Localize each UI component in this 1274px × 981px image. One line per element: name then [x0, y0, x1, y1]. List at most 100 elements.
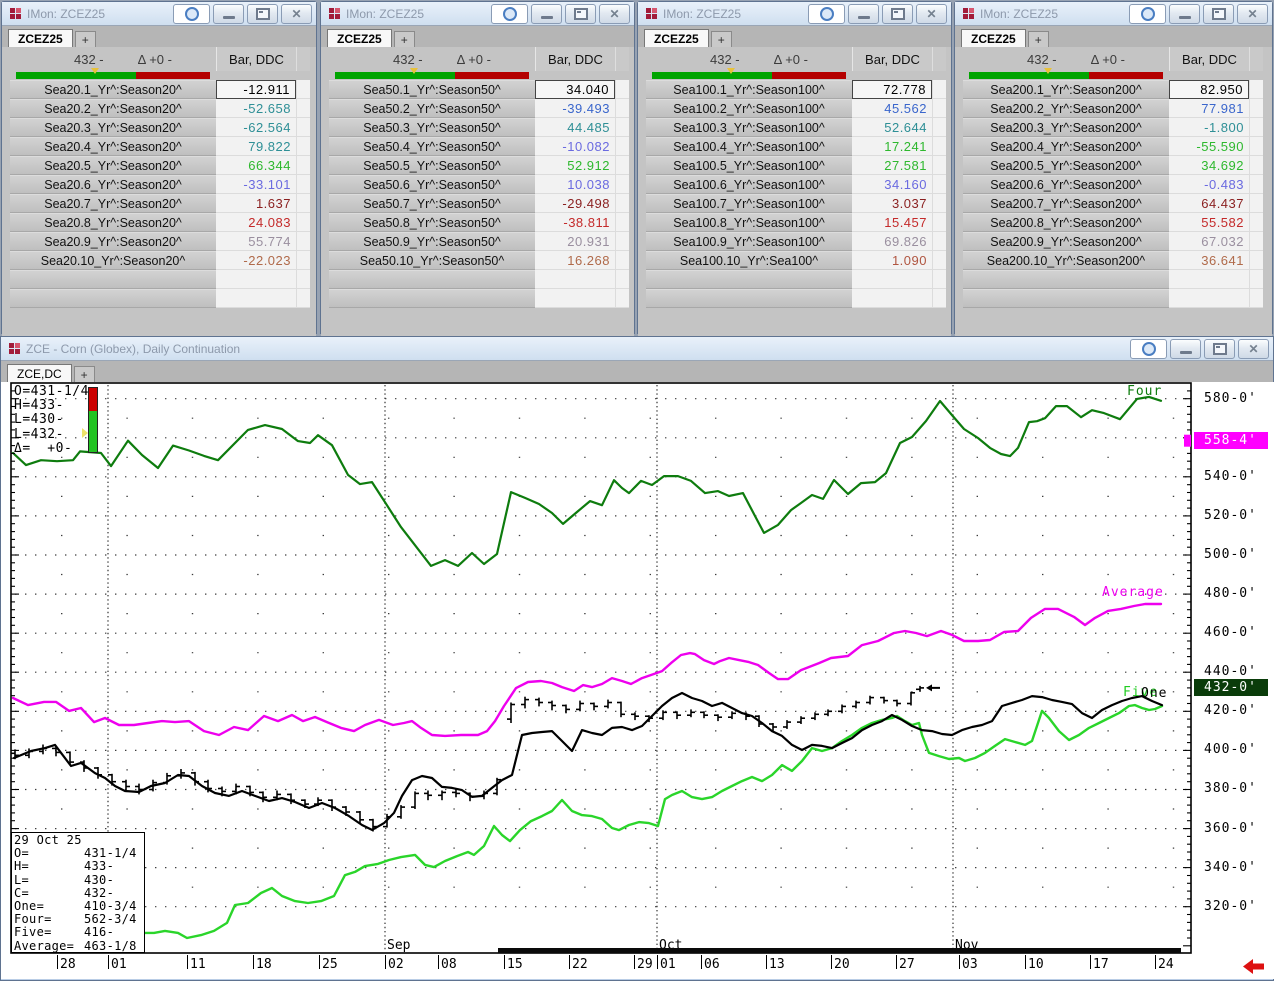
- add-tab-button[interactable]: +: [711, 31, 732, 47]
- series-label-cell[interactable]: Sea200.10_Yr^:Season200^: [963, 251, 1169, 270]
- monitor-tab[interactable]: ZCEZ25: [327, 29, 392, 47]
- chart-window-titlebar[interactable]: ZCE - Corn (Globex), Daily Continuation …: [1, 337, 1273, 360]
- series-label-cell[interactable]: Sea50.2_Yr^:Season50^: [329, 99, 535, 118]
- maximize-button[interactable]: [1203, 4, 1234, 24]
- value-cell[interactable]: 72.778: [852, 80, 932, 99]
- value-cell[interactable]: 44.485: [535, 118, 615, 137]
- value-cell[interactable]: 55.582: [1169, 213, 1249, 232]
- table-row[interactable]: Sea50.10_Yr^:Season50^16.268: [329, 251, 634, 270]
- table-row[interactable]: Sea200.7_Yr^:Season200^64.437: [963, 194, 1272, 213]
- series-label-cell[interactable]: Sea20.2_Yr^:Season20^: [10, 99, 216, 118]
- series-label-cell[interactable]: Sea20.3_Yr^:Season20^: [10, 118, 216, 137]
- value-cell[interactable]: 17.241: [852, 137, 932, 156]
- table-row[interactable]: Sea200.5_Yr^:Season200^34.692: [963, 156, 1272, 175]
- table-row[interactable]: Sea100.3_Yr^:Season100^52.644: [646, 118, 951, 137]
- table-row[interactable]: Sea100.7_Yr^:Season100^3.037: [646, 194, 951, 213]
- table-row[interactable]: Sea20.5_Yr^:Season20^66.344: [10, 156, 316, 175]
- series-label-cell[interactable]: Sea50.5_Yr^:Season50^: [329, 156, 535, 175]
- monitor-titlebar[interactable]: IMon: ZCEZ25✕: [2, 2, 316, 25]
- add-tab-button[interactable]: +: [74, 366, 95, 382]
- table-row[interactable]: Sea100.5_Yr^:Season100^27.581: [646, 156, 951, 175]
- table-row[interactable]: Sea100.10_Yr^:Sea100^1.090: [646, 251, 951, 270]
- table-row[interactable]: Sea20.6_Yr^:Season20^-33.101: [10, 175, 316, 194]
- price-chart-plot[interactable]: [1, 382, 1274, 979]
- close-button[interactable]: ✕: [1237, 4, 1268, 24]
- series-label-cell[interactable]: Sea20.9_Yr^:Season20^: [10, 232, 216, 251]
- value-cell[interactable]: -12.911: [216, 80, 296, 99]
- series-label-cell[interactable]: Sea100.7_Yr^:Season100^: [646, 194, 852, 213]
- monitor-tab[interactable]: ZCEZ25: [961, 29, 1026, 47]
- series-label-cell[interactable]: Sea50.9_Yr^:Season50^: [329, 232, 535, 251]
- value-cell[interactable]: 3.037: [852, 194, 932, 213]
- table-row[interactable]: Sea50.3_Yr^:Season50^44.485: [329, 118, 634, 137]
- close-button[interactable]: ✕: [281, 4, 312, 24]
- monitor-titlebar[interactable]: IMon: ZCEZ25✕: [955, 2, 1272, 25]
- value-cell[interactable]: 79.822: [216, 137, 296, 156]
- monitor-titlebar[interactable]: IMon: ZCEZ25✕: [321, 2, 634, 25]
- value-cell[interactable]: 34.692: [1169, 156, 1249, 175]
- value-cell[interactable]: -38.811: [535, 213, 615, 232]
- close-button[interactable]: ✕: [1238, 339, 1269, 359]
- series-label-cell[interactable]: Sea200.4_Yr^:Season200^: [963, 137, 1169, 156]
- table-row[interactable]: Sea200.3_Yr^:Season200^-1.800: [963, 118, 1272, 137]
- series-label-cell[interactable]: Sea200.9_Yr^:Season200^: [963, 232, 1169, 251]
- table-row[interactable]: Sea20.10_Yr^:Season20^-22.023: [10, 251, 316, 270]
- table-row[interactable]: Sea20.2_Yr^:Season20^-52.658: [10, 99, 316, 118]
- maximize-button[interactable]: [1204, 339, 1235, 359]
- table-row[interactable]: Sea20.8_Yr^:Season20^24.083: [10, 213, 316, 232]
- series-label-cell[interactable]: Sea200.3_Yr^:Season200^: [963, 118, 1169, 137]
- value-cell[interactable]: -0.483: [1169, 175, 1249, 194]
- table-row[interactable]: Sea50.5_Yr^:Season50^52.912: [329, 156, 634, 175]
- pin-target-button[interactable]: [1130, 339, 1167, 359]
- value-cell[interactable]: 10.038: [535, 175, 615, 194]
- table-row[interactable]: Sea50.7_Yr^:Season50^-29.498: [329, 194, 634, 213]
- table-row[interactable]: Sea200.2_Yr^:Season200^77.981: [963, 99, 1272, 118]
- value-cell[interactable]: 66.344: [216, 156, 296, 175]
- series-label-cell[interactable]: Sea20.4_Yr^:Season20^: [10, 137, 216, 156]
- series-label-cell[interactable]: Sea200.7_Yr^:Season200^: [963, 194, 1169, 213]
- value-cell[interactable]: -10.082: [535, 137, 615, 156]
- pin-target-button[interactable]: [1129, 4, 1166, 24]
- series-label-cell[interactable]: Sea20.5_Yr^:Season20^: [10, 156, 216, 175]
- table-row[interactable]: Sea100.6_Yr^:Season100^34.160: [646, 175, 951, 194]
- value-cell[interactable]: 1.637: [216, 194, 296, 213]
- table-row[interactable]: Sea100.4_Yr^:Season100^17.241: [646, 137, 951, 156]
- table-row[interactable]: Sea200.1_Yr^:Season200^82.950: [963, 80, 1272, 99]
- visible-range-scrollbar[interactable]: [498, 948, 1181, 953]
- series-label-cell[interactable]: Sea50.4_Yr^:Season50^: [329, 137, 535, 156]
- series-label-cell[interactable]: Sea100.8_Yr^:Season100^: [646, 213, 852, 232]
- value-cell[interactable]: 24.083: [216, 213, 296, 232]
- series-label-cell[interactable]: Sea50.1_Yr^:Season50^: [329, 80, 535, 99]
- minimize-button[interactable]: [213, 4, 244, 24]
- series-label-cell[interactable]: Sea50.6_Yr^:Season50^: [329, 175, 535, 194]
- series-label-cell[interactable]: Sea20.1_Yr^:Season20^: [10, 80, 216, 99]
- value-cell[interactable]: -29.498: [535, 194, 615, 213]
- series-label-cell[interactable]: Sea200.1_Yr^:Season200^: [963, 80, 1169, 99]
- series-label-cell[interactable]: Sea50.3_Yr^:Season50^: [329, 118, 535, 137]
- value-cell[interactable]: -22.023: [216, 251, 296, 270]
- value-cell[interactable]: -33.101: [216, 175, 296, 194]
- table-row[interactable]: Sea200.6_Yr^:Season200^-0.483: [963, 175, 1272, 194]
- table-row[interactable]: Sea200.10_Yr^:Season200^36.641: [963, 251, 1272, 270]
- table-row[interactable]: Sea50.6_Yr^:Season50^10.038: [329, 175, 634, 194]
- value-cell[interactable]: 69.826: [852, 232, 932, 251]
- series-label-cell[interactable]: Sea100.5_Yr^:Season100^: [646, 156, 852, 175]
- table-row[interactable]: Sea100.2_Yr^:Season100^45.562: [646, 99, 951, 118]
- series-label-cell[interactable]: Sea50.8_Yr^:Season50^: [329, 213, 535, 232]
- series-label-cell[interactable]: Sea100.1_Yr^:Season100^: [646, 80, 852, 99]
- series-label-cell[interactable]: Sea20.7_Yr^:Season20^: [10, 194, 216, 213]
- series-label-cell[interactable]: Sea100.3_Yr^:Season100^: [646, 118, 852, 137]
- pin-target-button[interactable]: [808, 4, 845, 24]
- table-row[interactable]: Sea20.3_Yr^:Season20^-62.564: [10, 118, 316, 137]
- table-row[interactable]: Sea20.9_Yr^:Season20^55.774: [10, 232, 316, 251]
- value-cell[interactable]: 77.981: [1169, 99, 1249, 118]
- add-tab-button[interactable]: +: [1028, 31, 1049, 47]
- value-cell[interactable]: 16.268: [535, 251, 615, 270]
- value-cell[interactable]: 64.437: [1169, 194, 1249, 213]
- series-label-cell[interactable]: Sea100.4_Yr^:Season100^: [646, 137, 852, 156]
- series-label-cell[interactable]: Sea100.9_Yr^:Season100^: [646, 232, 852, 251]
- table-row[interactable]: Sea50.2_Yr^:Season50^-39.493: [329, 99, 634, 118]
- chart-canvas[interactable]: O=431-1/4 H=433- L=430- L=432- Δ= +0- 29…: [1, 382, 1274, 979]
- value-cell[interactable]: 34.160: [852, 175, 932, 194]
- value-cell[interactable]: -52.658: [216, 99, 296, 118]
